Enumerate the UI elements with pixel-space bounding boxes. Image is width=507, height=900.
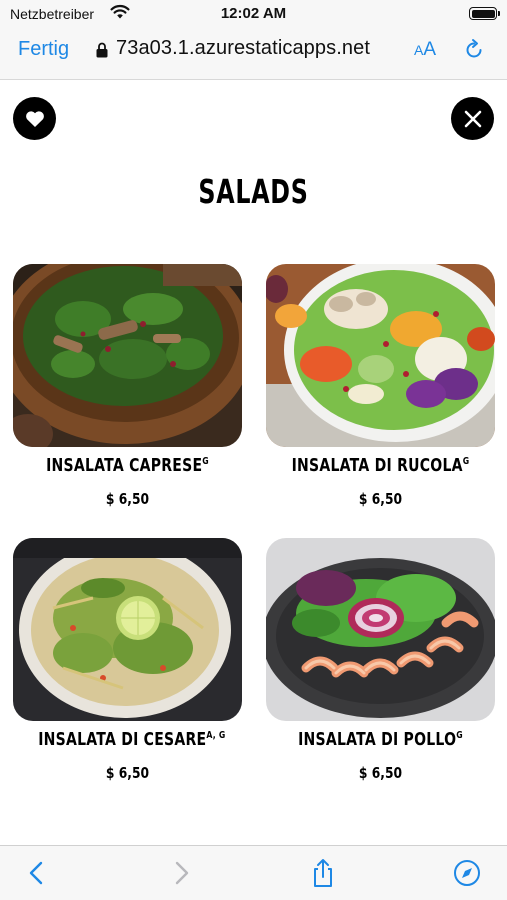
menu-item-photo <box>13 538 242 721</box>
share-icon[interactable] <box>308 858 338 888</box>
done-button[interactable]: Fertig <box>18 38 69 61</box>
menu-item-photo <box>266 538 495 721</box>
page-title: SALADS <box>198 172 309 211</box>
menu-item-card[interactable]: INSALATA DI POLLOG $ 6,50 <box>266 538 495 782</box>
menu-item-photo <box>266 264 495 447</box>
allergen-codes: G <box>202 456 209 467</box>
text-size-small-label: A <box>414 42 424 58</box>
menu-item-name: INSALATA DI POLLOG <box>298 729 463 750</box>
allergen-codes: G <box>456 730 463 741</box>
allergen-codes: A, G <box>206 730 226 741</box>
close-icon <box>464 110 481 127</box>
compass-icon[interactable] <box>452 858 482 888</box>
menu-page: SALADS INSALATA CAPRESEG $ 6,50 INSALATA… <box>0 80 507 845</box>
menu-item-card[interactable]: INSALATA DI CESAREA, G $ 6,50 <box>13 538 242 782</box>
menu-item-card[interactable]: INSALATA CAPRESEG $ 6,50 <box>13 264 242 508</box>
menu-item-price: $ 6,50 <box>105 490 150 508</box>
browser-address-bar: Fertig 73a03.1.azurestaticapps.net AA <box>0 28 507 80</box>
menu-item-name: INSALATA CAPRESEG <box>46 455 209 476</box>
menu-item-name: INSALATA DI CESAREA, G <box>38 729 226 750</box>
menu-item-price: $ 6,50 <box>105 764 150 782</box>
lock-icon <box>96 42 108 58</box>
text-size-large-label: A <box>423 39 437 60</box>
url-field[interactable]: 73a03.1.azurestaticapps.net <box>116 37 370 60</box>
forward-icon[interactable] <box>166 858 196 888</box>
close-button[interactable] <box>451 97 494 140</box>
status-time: 12:02 AM <box>220 5 287 22</box>
favorite-button[interactable] <box>13 97 56 140</box>
reload-icon[interactable] <box>462 38 486 62</box>
allergen-codes: G <box>462 456 470 467</box>
heart-icon <box>25 110 44 127</box>
browser-toolbar <box>0 845 507 900</box>
menu-item-name: INSALATA DI RUCOLAG <box>291 455 470 476</box>
menu-item-price: $ 6,50 <box>358 764 403 782</box>
menu-item-photo <box>13 264 242 447</box>
menu-item-card[interactable]: INSALATA DI RUCOLAG $ 6,50 <box>266 264 495 508</box>
menu-item-price: $ 6,50 <box>358 490 403 508</box>
back-icon[interactable] <box>22 858 52 888</box>
status-bar: Netzbetreiber 12:02 AM <box>0 0 507 28</box>
text-size-button[interactable]: AA <box>414 39 436 61</box>
battery-icon <box>469 7 500 20</box>
